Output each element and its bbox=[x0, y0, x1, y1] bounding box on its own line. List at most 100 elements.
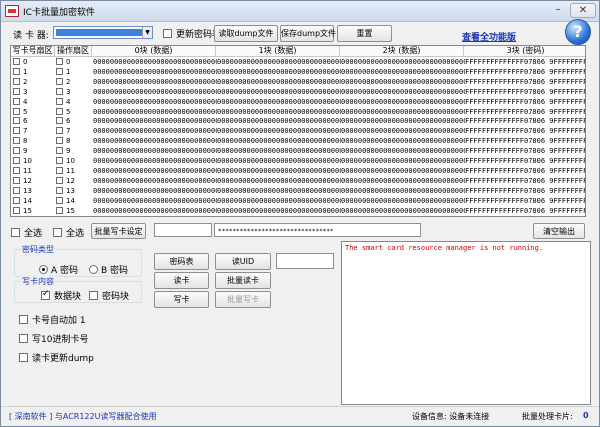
data-block-checkbox[interactable]: 数据块 bbox=[41, 289, 81, 302]
table-row[interactable]: 7 7 00000000000000000000000000000000 000000… bbox=[11, 127, 585, 137]
password-a-radio[interactable]: A 密码 bbox=[39, 263, 78, 276]
row-checkbox[interactable] bbox=[13, 58, 20, 65]
row-checkbox[interactable] bbox=[56, 97, 63, 105]
batch-write-button[interactable]: 批量写卡 bbox=[215, 291, 271, 308]
save-dump-button[interactable]: 保存dump文件 bbox=[280, 25, 336, 42]
op-sector-cell[interactable]: 6 bbox=[56, 117, 92, 127]
table-row[interactable]: 5 5 00000000000000000000000000000000 000000… bbox=[11, 107, 585, 118]
table-row[interactable]: 6 6 00000000000000000000000000000000 000000… bbox=[11, 117, 585, 127]
select-all-write[interactable]: 全选 bbox=[11, 226, 42, 239]
row-checkbox[interactable] bbox=[13, 196, 20, 204]
row-checkbox[interactable] bbox=[56, 77, 63, 85]
write-card-button[interactable]: 写卡 bbox=[154, 291, 209, 308]
table-row[interactable]: 4 4 00000000000000000000000000000000 000000… bbox=[11, 97, 585, 108]
select-all-write-check-icon[interactable] bbox=[11, 228, 20, 237]
write-sector-cell[interactable]: 5 bbox=[13, 107, 55, 118]
key-mask-field[interactable]: ******************************** bbox=[214, 223, 421, 237]
row-checkbox[interactable] bbox=[13, 157, 20, 164]
row-checkbox[interactable] bbox=[56, 117, 63, 125]
table-row[interactable]: 8 8 00000000000000000000000000000000 000000… bbox=[11, 137, 585, 147]
row-checkbox[interactable] bbox=[13, 166, 20, 174]
update-dump-check-icon[interactable] bbox=[19, 353, 28, 362]
row-checkbox[interactable] bbox=[13, 117, 20, 125]
row-checkbox[interactable] bbox=[56, 176, 63, 184]
row-checkbox[interactable] bbox=[56, 127, 63, 135]
password-block-checkbox[interactable]: 密码块 bbox=[89, 289, 129, 302]
select-all-op[interactable]: 全选 bbox=[53, 226, 84, 239]
write-sector-cell[interactable]: 14 bbox=[13, 196, 55, 207]
op-sector-cell[interactable]: 4 bbox=[56, 97, 92, 108]
password-b-radio[interactable]: B 密码 bbox=[89, 263, 128, 276]
write-sector-cell[interactable]: 15 bbox=[13, 206, 55, 217]
write-sector-cell[interactable]: 8 bbox=[13, 137, 55, 147]
read-card-button[interactable]: 读卡 bbox=[154, 272, 209, 289]
header-block0[interactable]: 0块 (数据) bbox=[92, 46, 216, 57]
write-sector-cell[interactable]: 1 bbox=[13, 67, 55, 78]
reader-select[interactable]: ▼ bbox=[53, 26, 153, 39]
table-row[interactable]: 1 1 00000000000000000000000000000000 000000… bbox=[11, 67, 585, 78]
auto-increment-checkbox[interactable]: 卡号自动加 1 bbox=[19, 313, 86, 326]
update-pwd-table-check-icon[interactable] bbox=[163, 29, 172, 38]
header-block2[interactable]: 2块 (数据) bbox=[340, 46, 464, 57]
row-checkbox[interactable] bbox=[13, 147, 20, 155]
op-sector-cell[interactable]: 13 bbox=[56, 186, 92, 197]
write-sector-cell[interactable]: 2 bbox=[13, 77, 55, 88]
row-checkbox[interactable] bbox=[13, 67, 20, 75]
row-checkbox[interactable] bbox=[56, 196, 63, 204]
header-write-sector[interactable]: 写卡号扇区 bbox=[11, 46, 55, 57]
row-checkbox[interactable] bbox=[13, 87, 20, 95]
op-sector-cell[interactable]: 7 bbox=[56, 127, 92, 137]
short-field[interactable] bbox=[154, 223, 212, 237]
write-sector-cell[interactable]: 10 bbox=[13, 157, 55, 167]
row-checkbox[interactable] bbox=[56, 206, 63, 214]
op-sector-cell[interactable]: 5 bbox=[56, 107, 92, 118]
row-checkbox[interactable] bbox=[56, 87, 63, 95]
reset-button[interactable]: 重置 bbox=[337, 25, 392, 42]
write-decimal-check-icon[interactable] bbox=[19, 334, 28, 343]
minimize-button[interactable]: – bbox=[546, 3, 570, 18]
write-sector-cell[interactable]: 9 bbox=[13, 147, 55, 157]
table-row[interactable]: 2 2 00000000000000000000000000000000 000000… bbox=[11, 77, 585, 88]
select-all-op-check-icon[interactable] bbox=[53, 228, 62, 237]
row-checkbox[interactable] bbox=[56, 147, 63, 155]
row-checkbox[interactable] bbox=[13, 107, 20, 115]
full-version-link[interactable]: 查看全功能版 bbox=[462, 30, 516, 43]
row-checkbox[interactable] bbox=[13, 77, 20, 85]
data-block-check-icon[interactable] bbox=[41, 289, 50, 300]
auto-increment-check-icon[interactable] bbox=[19, 315, 28, 324]
header-block3[interactable]: 3块 (密码) bbox=[464, 46, 585, 57]
write-sector-cell[interactable]: 12 bbox=[13, 176, 55, 187]
password-table-button[interactable]: 密码表 bbox=[154, 253, 209, 270]
password-b-radio-icon[interactable] bbox=[89, 265, 98, 274]
op-sector-cell[interactable]: 11 bbox=[56, 166, 92, 177]
op-sector-cell[interactable]: 9 bbox=[56, 147, 92, 157]
read-dump-button[interactable]: 读取dump文件 bbox=[214, 25, 278, 42]
table-row[interactable]: 0 0 00000000000000000000000000000000 000000… bbox=[11, 58, 585, 68]
op-sector-cell[interactable]: 3 bbox=[56, 87, 92, 98]
table-row[interactable]: 10 10 00000000000000000000000000000000 0000… bbox=[11, 157, 585, 167]
row-checkbox[interactable] bbox=[13, 137, 20, 145]
log-output[interactable]: The smart card resource manager is not r… bbox=[341, 241, 591, 405]
header-block1[interactable]: 1块 (数据) bbox=[216, 46, 340, 57]
chevron-down-icon[interactable]: ▼ bbox=[142, 27, 152, 38]
op-sector-cell[interactable]: 15 bbox=[56, 206, 92, 217]
row-checkbox[interactable] bbox=[56, 107, 63, 115]
update-dump-checkbox[interactable]: 读卡更新dump bbox=[19, 351, 94, 364]
op-sector-cell[interactable]: 2 bbox=[56, 77, 92, 88]
table-row[interactable]: 15 15 00000000000000000000000000000000 0000… bbox=[11, 206, 585, 217]
table-row[interactable]: 11 11 00000000000000000000000000000000 0000… bbox=[11, 166, 585, 177]
row-checkbox[interactable] bbox=[56, 166, 63, 174]
row-checkbox[interactable] bbox=[56, 58, 63, 65]
password-a-radio-icon[interactable] bbox=[39, 265, 48, 274]
op-sector-cell[interactable]: 0 bbox=[56, 58, 92, 68]
row-checkbox[interactable] bbox=[13, 97, 20, 105]
close-button[interactable]: ✕ bbox=[570, 3, 596, 18]
row-checkbox[interactable] bbox=[56, 67, 63, 75]
update-pwd-table-checkbox[interactable]: 更新密码表 bbox=[163, 27, 221, 40]
op-sector-cell[interactable]: 14 bbox=[56, 196, 92, 207]
write-sector-cell[interactable]: 4 bbox=[13, 97, 55, 108]
write-decimal-checkbox[interactable]: 写10进制卡号 bbox=[19, 332, 88, 345]
header-op-sector[interactable]: 操作扇区 bbox=[55, 46, 92, 57]
uid-field[interactable] bbox=[276, 253, 334, 269]
read-uid-button[interactable]: 读UID bbox=[215, 253, 271, 270]
